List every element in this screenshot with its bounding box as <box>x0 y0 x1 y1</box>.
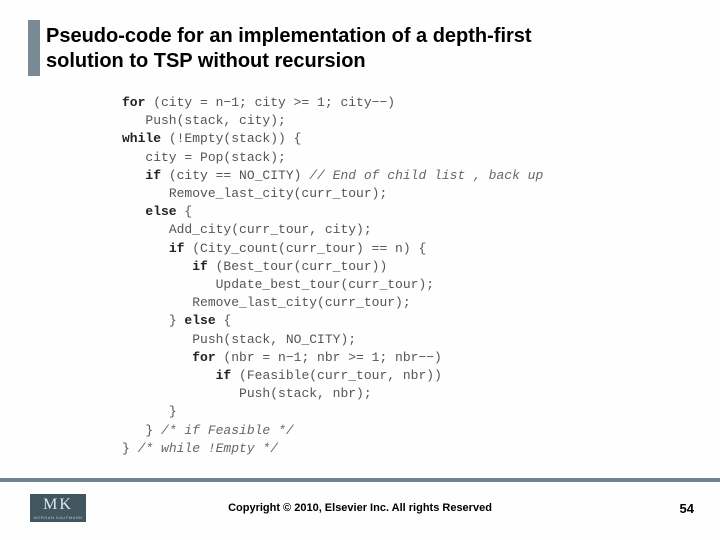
code-line: Push(stack, city); <box>122 112 543 130</box>
logo-sub-text: MORGAN KAUFMANN <box>33 515 82 520</box>
footer-divider <box>0 478 720 482</box>
code-line: Push(stack, NO_CITY); <box>122 331 543 349</box>
title-underline <box>28 76 668 82</box>
code-line: Remove_last_city(curr_tour); <box>122 294 543 312</box>
code-line: Add_city(curr_tour, city); <box>122 221 543 239</box>
pseudocode-block: for (city = n−1; city >= 1; city−−) Push… <box>122 94 543 458</box>
code-line: } /* while !Empty */ <box>122 440 543 458</box>
slide-title: Pseudo-code for an implementation of a d… <box>46 24 680 74</box>
code-line: Push(stack, nbr); <box>122 385 543 403</box>
copyright-text: Copyright © 2010, Elsevier Inc. All righ… <box>0 502 720 514</box>
title-line-1: Pseudo-code for an implementation of a d… <box>46 25 532 47</box>
code-line: } else { <box>122 312 543 330</box>
code-line: } <box>122 403 543 421</box>
code-line: while (!Empty(stack)) { <box>122 130 543 148</box>
code-line: if (Best_tour(curr_tour)) <box>122 258 543 276</box>
code-line: if (City_count(curr_tour) == n) { <box>122 240 543 258</box>
code-line: for (nbr = n−1; nbr >= 1; nbr−−) <box>122 349 543 367</box>
title-accent-bar <box>28 20 40 76</box>
code-line: if (Feasible(curr_tour, nbr)) <box>122 367 543 385</box>
title-line-2: solution to TSP without recursion <box>46 50 366 72</box>
code-line: if (city == NO_CITY) // End of child lis… <box>122 167 543 185</box>
page-number: 54 <box>680 501 694 516</box>
code-line: Remove_last_city(curr_tour); <box>122 185 543 203</box>
code-line: } /* if Feasible */ <box>122 422 543 440</box>
code-line: else { <box>122 203 543 221</box>
code-line: for (city = n−1; city >= 1; city−−) <box>122 94 543 112</box>
code-line: Update_best_tour(curr_tour); <box>122 276 543 294</box>
code-line: city = Pop(stack); <box>122 149 543 167</box>
